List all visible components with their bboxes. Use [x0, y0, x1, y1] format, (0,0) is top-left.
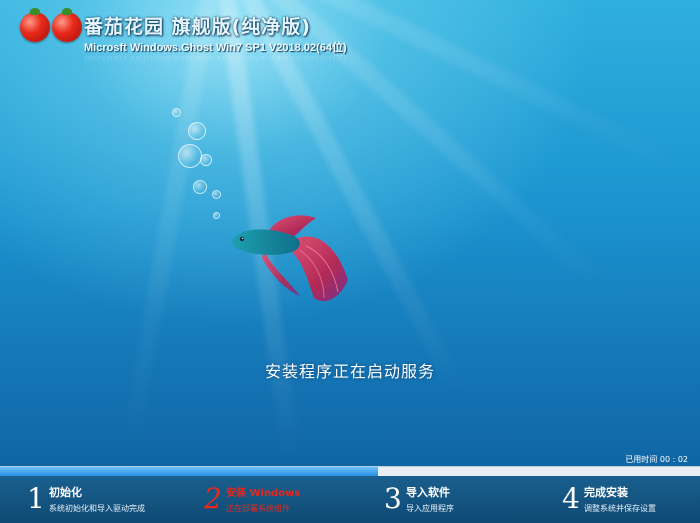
installer-screen: 番茄花园 旗舰版(纯净版) Microsft Windows.Ghost Win… — [0, 0, 700, 523]
light-ray — [119, 0, 228, 454]
bubble-icon — [178, 144, 202, 168]
progress-bar — [0, 466, 700, 476]
tomato-logo-icon — [52, 8, 82, 42]
step-number: 3 — [384, 482, 402, 515]
bubble-icon — [200, 154, 212, 166]
betta-fish-icon — [232, 215, 348, 302]
bubble-icon — [188, 122, 206, 140]
step-title: 安装 Windows — [226, 488, 301, 499]
progress-fill — [0, 467, 378, 476]
brand-header: 番茄花园 旗舰版(纯净版) Microsft Windows.Ghost Win… — [14, 8, 347, 66]
bubble-icon — [213, 212, 220, 219]
brand-subtitle-reflection: Microsft Windows.Ghost Win7 SP1 V2018.02… — [84, 53, 347, 65]
step-description: 系统初始化和导入驱动完成 — [49, 504, 145, 513]
tomato-logo-icon — [20, 8, 50, 42]
step-number: 2 — [204, 482, 222, 515]
status-message: 安装程序正在启动服务 — [264, 362, 435, 381]
step-description: 导入应用程序 — [406, 504, 454, 513]
bubble-icon — [193, 180, 207, 194]
brand-title: 番茄花园 旗舰版(纯净版) — [84, 16, 311, 38]
step-title: 导入软件 — [406, 486, 450, 499]
step-description: 调整系统并保存设置 — [584, 504, 656, 513]
step-number: 1 — [27, 482, 45, 515]
elapsed-label: 已用时间 — [625, 455, 658, 464]
steps-bar: 1 初始化 系统初始化和导入驱动完成 2 安装 Windows 正在部署系统组件… — [0, 476, 700, 523]
elapsed-value: 00 : 02 — [659, 455, 688, 464]
step-title: 完成安装 — [584, 486, 628, 499]
bubble-icon — [212, 190, 221, 199]
step-description: 正在部署系统组件 — [226, 504, 290, 513]
bubble-icon — [172, 108, 181, 117]
step-title: 初始化 — [49, 486, 82, 499]
elapsed-time: 已用时间 00 : 02 — [625, 454, 688, 465]
step-number: 4 — [562, 482, 580, 515]
